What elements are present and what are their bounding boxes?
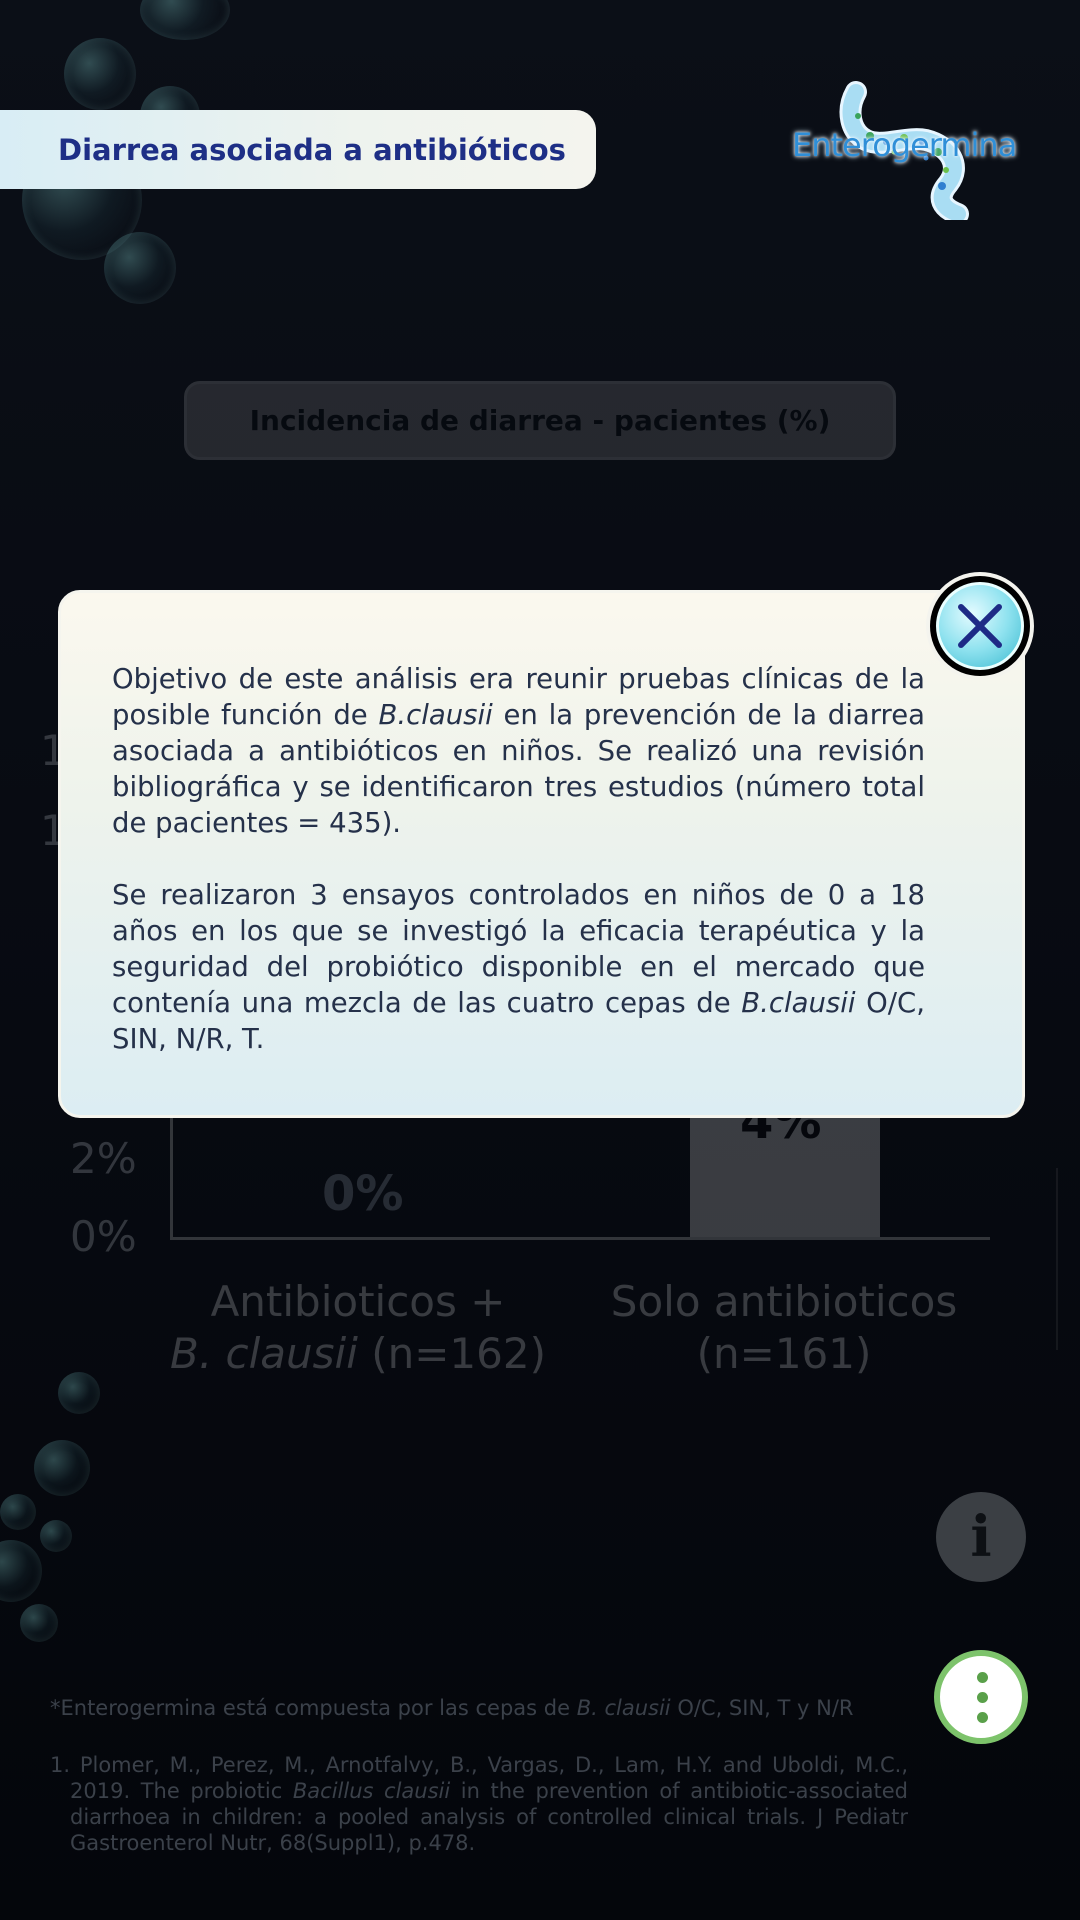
category-label-line1: Antibioticos + (210, 1277, 506, 1326)
category-label-line1: Solo antibioticos (610, 1277, 958, 1326)
category-label: Solo antibioticos (n=161) (574, 1276, 994, 1380)
category-label: Antibioticos + B. clausii (n=162) (148, 1276, 568, 1380)
chart-title: Incidencia de diarrea - pacientes (%) (249, 404, 831, 437)
modal-paragraph: Se realizaron 3 ensayos controlados en n… (112, 879, 925, 1055)
category-label-italic: B. clausii (170, 1329, 358, 1378)
divider (1056, 1168, 1058, 1350)
y-tick-label: 0% (70, 1212, 137, 1261)
modal-paragraph: Objetivo de este análisis era reunir pru… (112, 663, 925, 839)
reference-citation: 1. Plomer, M., Perez, M., Arnotfalvy, B.… (50, 1753, 908, 1855)
x-axis (170, 1237, 990, 1240)
chart-title-pill: Incidencia de diarrea - pacientes (%) (184, 381, 896, 460)
more-dots-icon (977, 1672, 988, 1683)
bar-value-label: 0% (322, 1166, 404, 1222)
info-button[interactable]: i (936, 1492, 1026, 1582)
close-icon[interactable] (936, 582, 1024, 670)
more-dots-icon (977, 1712, 988, 1723)
y-tick-label: 2% (70, 1134, 137, 1183)
more-dots-icon (977, 1692, 988, 1703)
composition-footnote: *Enterogermina está compuesta por las ce… (50, 1696, 854, 1720)
close-button[interactable] (930, 576, 1030, 676)
category-label-rest: (n=161) (696, 1329, 872, 1378)
category-label-rest: (n=162) (357, 1329, 546, 1378)
info-modal: Objetivo de este análisis era reunir pru… (58, 590, 1025, 1118)
info-icon: i (970, 1504, 992, 1570)
